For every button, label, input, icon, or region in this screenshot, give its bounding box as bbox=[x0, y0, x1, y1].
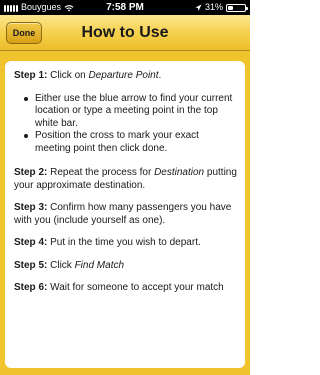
step-1: Step 1: Click on Departure Point. bbox=[14, 70, 237, 83]
step-emphasis: Destination bbox=[154, 167, 205, 178]
list-item: Either use the blue arrow to find your c… bbox=[22, 93, 237, 131]
status-right: 31% bbox=[195, 0, 248, 15]
step-label: Step 5: bbox=[14, 259, 48, 271]
instructions-card: Step 1: Click on Departure Point. Either… bbox=[5, 61, 245, 368]
step-5: Step 5: Click Find Match bbox=[14, 260, 237, 273]
content-area: Step 1: Click on Departure Point. Either… bbox=[0, 51, 250, 375]
step-label: Step 4: bbox=[14, 237, 48, 248]
battery-percent: 31% bbox=[204, 2, 223, 12]
list-item: Position the cross to mark your exact me… bbox=[22, 130, 237, 155]
status-bar: Bouygues 7:58 PM 31% bbox=[0, 0, 250, 15]
step-emphasis: Departure Point bbox=[88, 70, 159, 81]
step-label: Step 2: bbox=[14, 167, 48, 178]
battery-fill bbox=[228, 5, 233, 10]
step-text: Put in the time you wish to depart. bbox=[47, 237, 201, 248]
step-text: Confirm how many passengers you have wit… bbox=[14, 202, 232, 226]
battery-icon bbox=[226, 3, 248, 12]
step-text-end: . bbox=[158, 70, 162, 81]
step-3: Step 3: Confirm how many passengers you … bbox=[14, 202, 237, 227]
step-text: Click bbox=[47, 259, 75, 271]
step-label: Step 6: bbox=[14, 282, 48, 293]
step-label: Step 1: bbox=[14, 70, 48, 81]
step-emphasis: Find Match bbox=[74, 259, 125, 271]
step-label: Step 3: bbox=[14, 202, 48, 213]
nav-bar: How to Use Done bbox=[0, 15, 250, 51]
step-text: Repeat the process for bbox=[47, 167, 155, 178]
step-text: Wait for someone to accept your match bbox=[47, 282, 224, 293]
step-2: Step 2: Repeat the process for Destinati… bbox=[14, 167, 237, 192]
step-6: Step 6: Wait for someone to accept your … bbox=[14, 282, 237, 295]
step-4: Step 4: Put in the time you wish to depa… bbox=[14, 237, 237, 250]
step-text: Click on bbox=[47, 70, 89, 81]
location-arrow-icon bbox=[195, 4, 202, 11]
done-button[interactable]: Done bbox=[6, 22, 42, 44]
step-1-bullets: Either use the blue arrow to find your c… bbox=[22, 93, 237, 156]
